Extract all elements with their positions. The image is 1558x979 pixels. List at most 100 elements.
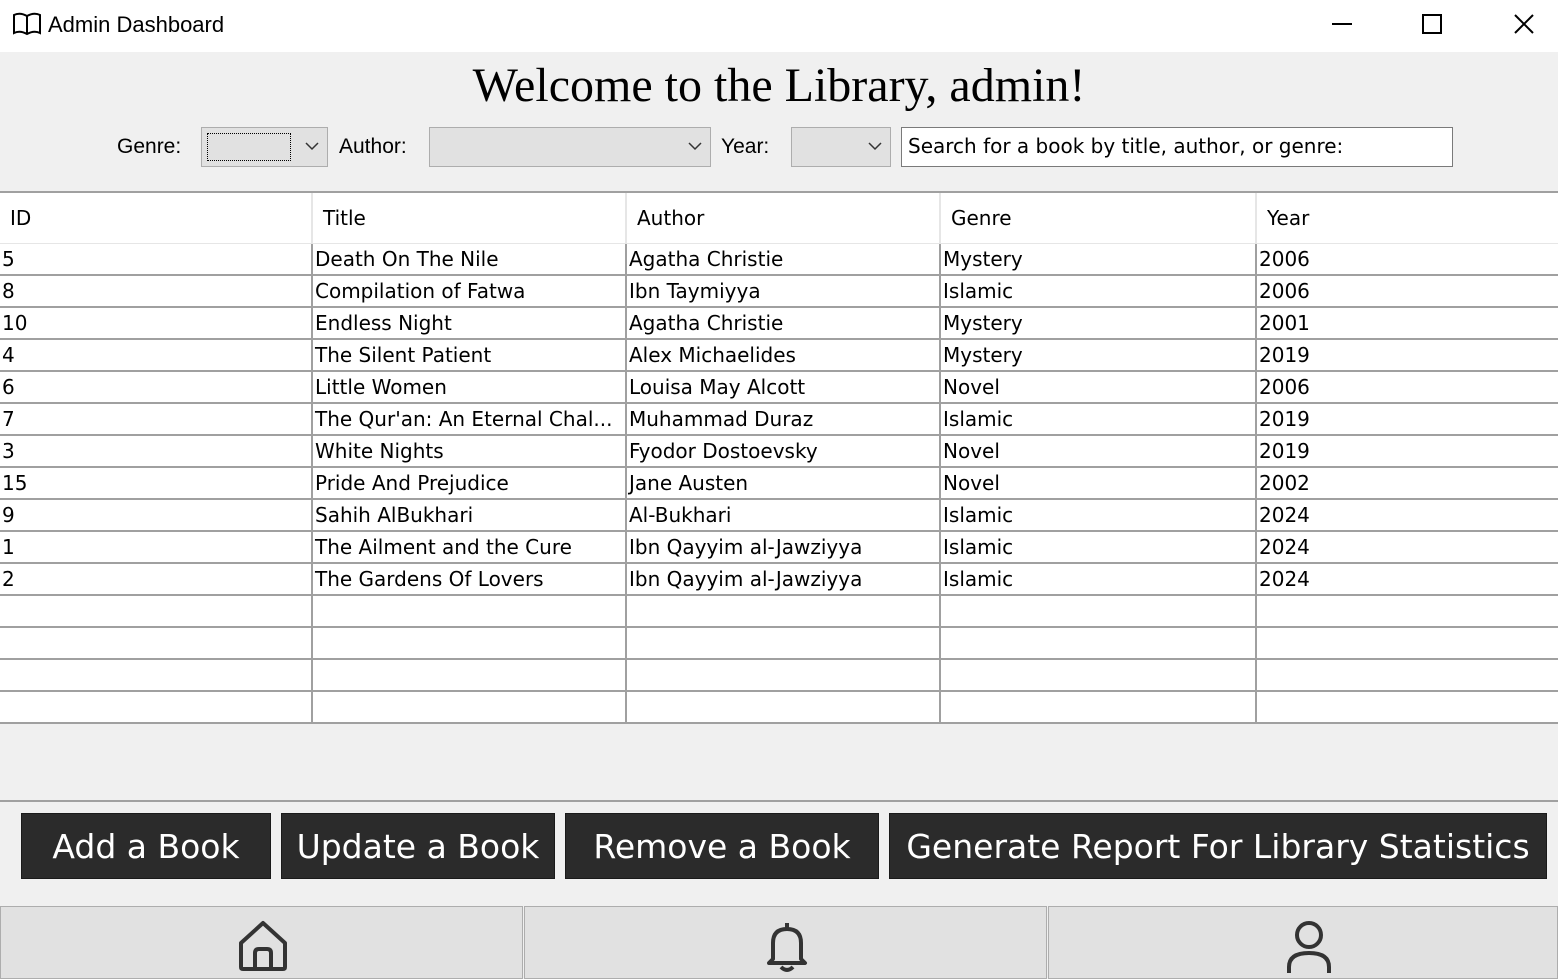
empty-cell[interactable] [1256,691,1558,724]
year-select[interactable] [791,127,891,167]
cell-id[interactable]: 4 [0,339,313,372]
empty-cell[interactable] [0,659,313,692]
empty-cell[interactable] [1256,595,1558,628]
cell-year[interactable]: 2006 [1256,275,1558,308]
table-row[interactable]: 4 The Silent Patient Alex Michaelides Myste… [0,339,1558,372]
nav-home[interactable] [0,906,523,979]
cell-year[interactable]: 2019 [1256,403,1558,436]
empty-table-row[interactable] [0,595,1558,628]
cell-title[interactable]: The Silent Patient [312,339,627,372]
empty-cell[interactable] [0,627,313,660]
cell-title[interactable]: Death On The Nile [312,243,627,276]
cell-genre[interactable]: Islamic [940,499,1257,532]
cell-author[interactable]: Louisa May Alcott [626,371,941,404]
add-book-button[interactable]: Add a Book [21,813,271,879]
empty-cell[interactable] [626,595,941,628]
empty-table-row[interactable] [0,691,1558,724]
cell-title[interactable]: The Gardens Of Lovers [312,563,627,596]
empty-cell[interactable] [940,595,1257,628]
cell-year[interactable]: 2001 [1256,307,1558,340]
cell-title[interactable]: Endless Night [312,307,627,340]
table-row[interactable]: 1 The Ailment and the Cure Ibn Qayyim al-J… [0,531,1558,564]
minimize-button[interactable] [1296,0,1388,48]
column-header-title[interactable]: Title [312,193,627,244]
cell-author[interactable]: Ibn Qayyim al-Jawziyya [626,531,941,564]
nav-profile[interactable] [1048,906,1558,979]
maximize-button[interactable] [1386,0,1478,48]
empty-cell[interactable] [940,659,1257,692]
cell-year[interactable]: 2019 [1256,339,1558,372]
cell-year[interactable]: 2002 [1256,467,1558,500]
cell-author[interactable]: Agatha Christie [626,243,941,276]
update-book-button[interactable]: Update a Book [281,813,555,879]
search-input[interactable]: Search for a book by title, author, or g… [901,127,1453,167]
close-button[interactable] [1478,0,1558,48]
cell-author[interactable]: Ibn Taymiyya [626,275,941,308]
empty-cell[interactable] [0,691,313,724]
table-row[interactable]: 15 Pride And Prejudice Jane Austen Novel 200… [0,467,1558,500]
cell-id[interactable]: 7 [0,403,313,436]
cell-id[interactable]: 2 [0,563,313,596]
cell-id[interactable]: 6 [0,371,313,404]
cell-id[interactable]: 9 [0,499,313,532]
author-select[interactable] [429,127,711,167]
empty-table-row[interactable] [0,627,1558,660]
empty-cell[interactable] [312,659,627,692]
cell-author[interactable]: Al-Bukhari [626,499,941,532]
cell-id[interactable]: 5 [0,243,313,276]
cell-title[interactable]: The Ailment and the Cure [312,531,627,564]
empty-cell[interactable] [1256,659,1558,692]
cell-genre[interactable]: Mystery [940,307,1257,340]
table-row[interactable]: 9 Sahih AlBukhari Al-Bukhari Islamic 2024 [0,499,1558,532]
column-header-genre[interactable]: Genre [940,193,1257,244]
cell-author[interactable]: Muhammad Duraz [626,403,941,436]
cell-author[interactable]: Alex Michaelides [626,339,941,372]
cell-id[interactable]: 1 [0,531,313,564]
cell-title[interactable]: Compilation of Fatwa [312,275,627,308]
genre-select[interactable] [201,127,328,167]
cell-title[interactable]: The Qur'an: An Eternal Chal... [312,403,627,436]
table-row[interactable]: 3 White Nights Fyodor Dostoevsky Novel 2019 [0,435,1558,468]
empty-cell[interactable] [0,595,313,628]
empty-cell[interactable] [940,627,1257,660]
empty-cell[interactable] [626,691,941,724]
cell-year[interactable]: 2024 [1256,531,1558,564]
cell-year[interactable]: 2024 [1256,499,1558,532]
cell-title[interactable]: Sahih AlBukhari [312,499,627,532]
cell-year[interactable]: 2006 [1256,243,1558,276]
empty-cell[interactable] [312,691,627,724]
nav-notifications[interactable] [524,906,1047,979]
remove-book-button[interactable]: Remove a Book [565,813,879,879]
cell-year[interactable]: 2024 [1256,563,1558,596]
empty-table-row[interactable] [0,659,1558,692]
column-header-id[interactable]: ID [0,193,313,244]
cell-genre[interactable]: Mystery [940,243,1257,276]
empty-cell[interactable] [1256,627,1558,660]
cell-id[interactable]: 10 [0,307,313,340]
empty-cell[interactable] [312,595,627,628]
generate-report-button[interactable]: Generate Report For Library Statistics [889,813,1547,879]
table-row[interactable]: 7 The Qur'an: An Eternal Chal... Muhammad … [0,403,1558,436]
cell-id[interactable]: 8 [0,275,313,308]
cell-id[interactable]: 3 [0,435,313,468]
cell-genre[interactable]: Islamic [940,275,1257,308]
table-row[interactable]: 6 Little Women Louisa May Alcott Novel 2006 [0,371,1558,404]
cell-genre[interactable]: Novel [940,467,1257,500]
cell-genre[interactable]: Novel [940,371,1257,404]
cell-genre[interactable]: Islamic [940,403,1257,436]
empty-cell[interactable] [626,627,941,660]
cell-year[interactable]: 2006 [1256,371,1558,404]
table-row[interactable]: 8 Compilation of Fatwa Ibn Taymiyya Islamic… [0,275,1558,308]
table-row[interactable]: 2 The Gardens Of Lovers Ibn Qayyim al-Jawz… [0,563,1558,596]
empty-cell[interactable] [940,691,1257,724]
table-row[interactable]: 5 Death On The Nile Agatha Christie Mystery… [0,243,1558,276]
cell-genre[interactable]: Mystery [940,339,1257,372]
empty-cell[interactable] [312,627,627,660]
table-row[interactable]: 10 Endless Night Agatha Christie Mystery 200… [0,307,1558,340]
cell-author[interactable]: Jane Austen [626,467,941,500]
cell-id[interactable]: 15 [0,467,313,500]
cell-title[interactable]: Little Women [312,371,627,404]
column-header-author[interactable]: Author [626,193,941,244]
cell-genre[interactable]: Novel [940,435,1257,468]
cell-author[interactable]: Fyodor Dostoevsky [626,435,941,468]
